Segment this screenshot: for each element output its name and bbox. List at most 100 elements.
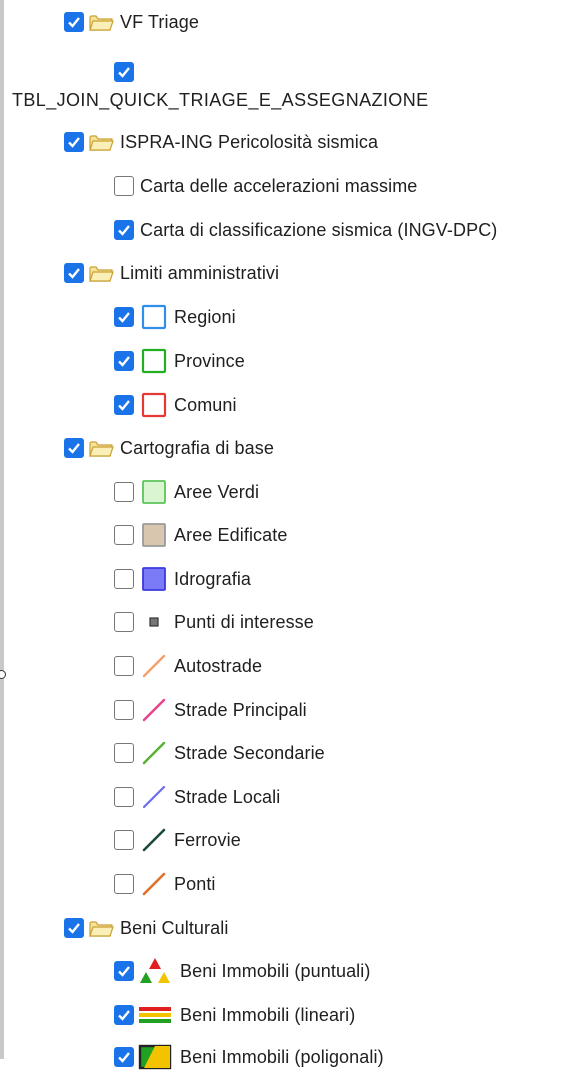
- checkbox[interactable]: [114, 743, 134, 763]
- layer-label: Carta delle accelerazioni massime: [140, 175, 418, 196]
- layer-label: Ponti: [174, 873, 216, 894]
- layer-item-beni-puntuali[interactable]: Beni Immobili (puntuali): [114, 955, 370, 987]
- layer-group-ispra[interactable]: ISPRA-ING Pericolosità sismica: [64, 126, 378, 158]
- checkbox[interactable]: [114, 787, 134, 807]
- check-icon: [118, 67, 130, 78]
- layer-label: Province: [174, 350, 245, 371]
- checkbox[interactable]: [114, 830, 134, 850]
- layer-label: Punti di interesse: [174, 611, 314, 632]
- layer-label: VF Triage: [120, 11, 199, 32]
- triangles-icon: [136, 957, 174, 985]
- checkbox[interactable]: [64, 438, 84, 458]
- checkbox[interactable]: [114, 612, 134, 632]
- layer-item-punti-interesse[interactable]: Punti di interesse: [114, 606, 314, 638]
- folder-icon: [89, 15, 114, 31]
- check-icon: [118, 966, 130, 977]
- layer-group-limiti[interactable]: Limiti amministrativi: [64, 257, 279, 289]
- layer-label: Comuni: [174, 394, 237, 415]
- checkbox[interactable]: [114, 220, 134, 240]
- check-icon: [68, 268, 80, 279]
- layer-item-accelerazioni[interactable]: Carta delle accelerazioni massime: [114, 170, 417, 202]
- line-icon: [140, 826, 168, 854]
- layer-item-ponti[interactable]: Ponti: [114, 868, 216, 900]
- layer-group-vf-triage[interactable]: VF Triage: [64, 6, 199, 38]
- layer-item-comuni[interactable]: Comuni: [114, 389, 237, 421]
- layer-label: ISPRA-ING Pericolosità sismica: [120, 131, 379, 152]
- checkbox[interactable]: [64, 132, 84, 152]
- check-icon: [68, 17, 80, 28]
- polygon-icon: [136, 1043, 174, 1071]
- line-icon: [140, 696, 168, 724]
- checkbox[interactable]: [114, 569, 134, 589]
- square-outline-icon: [140, 303, 168, 331]
- layer-label: Idrografia: [174, 568, 252, 589]
- layer-group-cartografia[interactable]: Cartografia di base: [64, 432, 274, 464]
- check-icon: [68, 923, 80, 934]
- line-icon: [140, 783, 168, 811]
- layer-item-strade-locali[interactable]: Strade Locali: [114, 781, 280, 813]
- layer-item-strade-secondarie[interactable]: Strade Secondarie: [114, 737, 325, 769]
- layer-item-autostrade[interactable]: Autostrade: [114, 650, 262, 682]
- layer-item-ferrovie[interactable]: Ferrovie: [114, 824, 241, 856]
- check-icon: [118, 1010, 130, 1021]
- stripes-icon: [136, 1001, 174, 1029]
- layer-item-aree-edificate[interactable]: Aree Edificate: [114, 519, 287, 551]
- checkbox[interactable]: [114, 656, 134, 676]
- layer-label: Autostrade: [174, 655, 263, 676]
- layer-label: Beni Immobili (poligonali): [180, 1046, 384, 1067]
- checkbox[interactable]: [64, 918, 84, 938]
- square-outline-icon: [140, 347, 168, 375]
- layer-label: Beni Immobili (puntuali): [180, 960, 371, 981]
- checkbox[interactable]: [114, 700, 134, 720]
- layer-item-tbl-join[interactable]: [114, 56, 134, 88]
- checkbox[interactable]: [114, 1005, 134, 1025]
- layer-label: Strade Principali: [174, 699, 307, 720]
- layer-item-strade-principali[interactable]: Strade Principali: [114, 694, 307, 726]
- checkbox[interactable]: [114, 874, 134, 894]
- line-icon: [140, 870, 168, 898]
- check-icon: [118, 312, 130, 323]
- line-icon: [140, 739, 168, 767]
- layer-tree: VF Triage TBL_JOIN_QUICK_TRIAGE_E_ASSEGN…: [0, 0, 577, 1070]
- layer-label: Strade Secondarie: [174, 742, 325, 763]
- layer-label: TBL_JOIN_QUICK_TRIAGE_E_ASSEGNAZIONE: [12, 90, 429, 110]
- folder-icon: [89, 135, 114, 151]
- folder-icon: [89, 266, 114, 282]
- folder-icon: [89, 921, 114, 937]
- layer-label: Limiti amministrativi: [120, 262, 280, 283]
- checkbox[interactable]: [114, 395, 134, 415]
- checkbox[interactable]: [114, 525, 134, 545]
- layer-item-aree-verdi[interactable]: Aree Verdi: [114, 476, 259, 508]
- layer-label: Regioni: [174, 306, 236, 327]
- layer-label: Cartografia di base: [120, 437, 274, 458]
- layer-group-beni-culturali[interactable]: Beni Culturali: [64, 912, 228, 944]
- checkbox[interactable]: [114, 307, 134, 327]
- checkbox[interactable]: [114, 62, 134, 82]
- layer-item-province[interactable]: Province: [114, 345, 245, 377]
- layer-item-beni-lineari[interactable]: Beni Immobili (lineari): [114, 999, 355, 1031]
- checkbox[interactable]: [114, 176, 134, 196]
- check-icon: [68, 137, 80, 148]
- point-icon: [140, 608, 168, 636]
- layer-item-regioni[interactable]: Regioni: [114, 301, 236, 333]
- checkbox[interactable]: [64, 263, 84, 283]
- checkbox[interactable]: [114, 1047, 134, 1067]
- checkbox[interactable]: [114, 351, 134, 371]
- check-icon: [118, 356, 130, 367]
- layer-label: Aree Edificate: [174, 524, 288, 545]
- square-fill-icon: [140, 478, 168, 506]
- checkbox[interactable]: [64, 12, 84, 32]
- layer-label: Strade Locali: [174, 786, 281, 807]
- checkbox[interactable]: [114, 482, 134, 502]
- check-icon: [68, 443, 80, 454]
- layer-label: Carta di classificazione sismica (INGV-D…: [140, 219, 498, 240]
- check-icon: [118, 225, 130, 236]
- checkbox[interactable]: [114, 961, 134, 981]
- square-outline-icon: [140, 391, 168, 419]
- layer-label: Ferrovie: [174, 829, 241, 850]
- layer-label: Beni Immobili (lineari): [180, 1004, 356, 1025]
- layer-item-classificazione[interactable]: Carta di classificazione sismica (INGV-D…: [114, 214, 497, 246]
- layer-item-beni-poligonali[interactable]: Beni Immobili (poligonali): [114, 1041, 384, 1073]
- layer-label: Aree Verdi: [174, 481, 260, 502]
- layer-item-idrografia[interactable]: Idrografia: [114, 563, 251, 595]
